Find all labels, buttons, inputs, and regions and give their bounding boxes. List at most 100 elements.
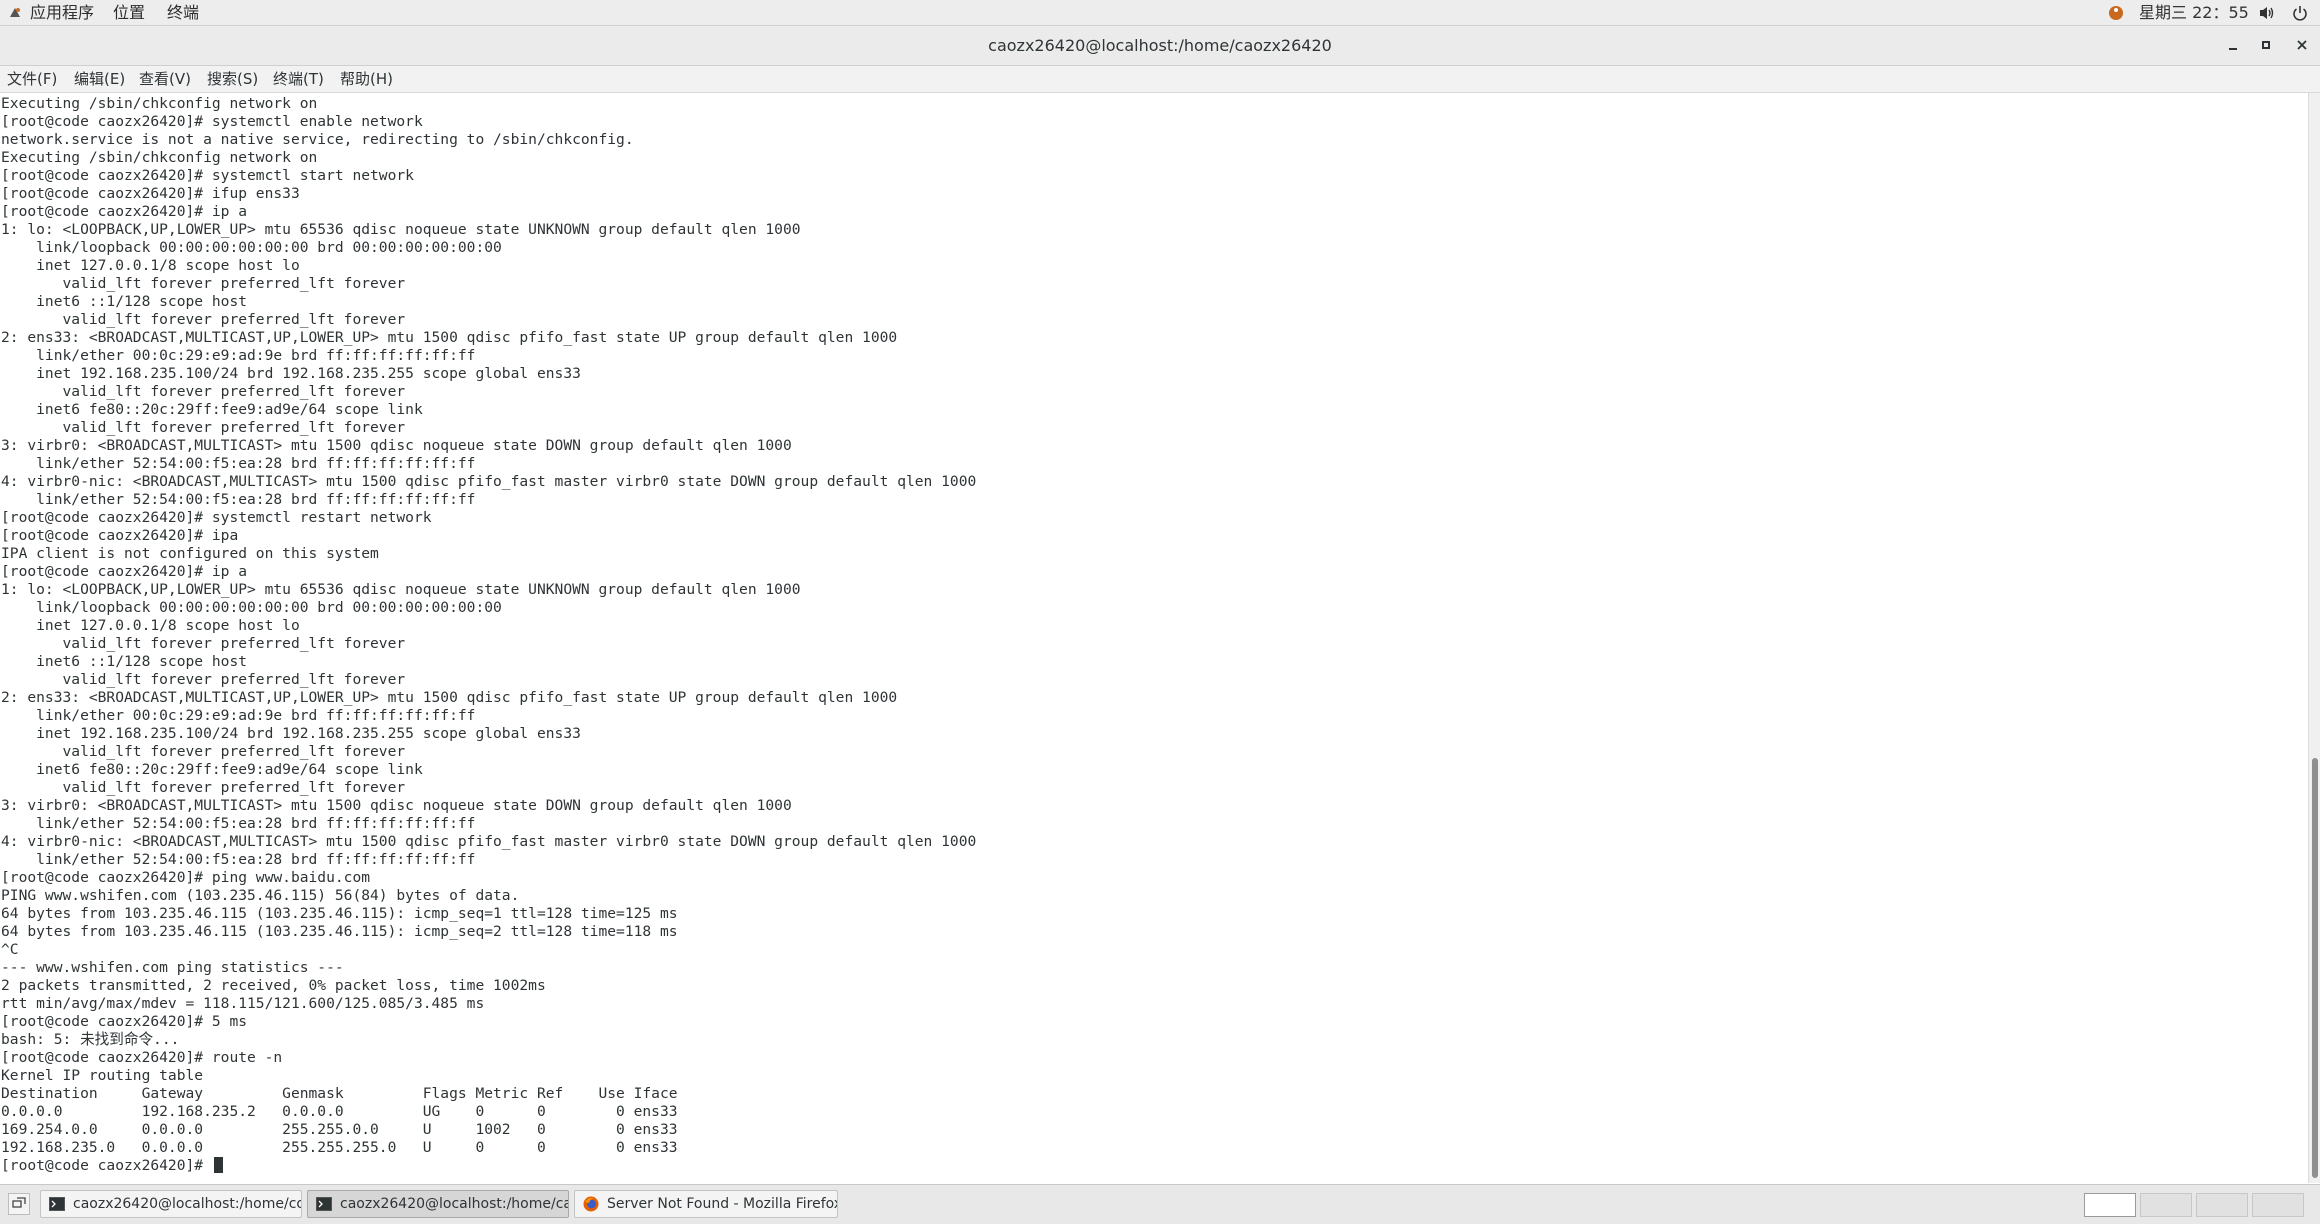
terminal-icon <box>49 1197 65 1211</box>
volume-icon[interactable] <box>2258 0 2276 26</box>
terminal-line: 2: ens33: <BROADCAST,MULTICAST,UP,LOWER_… <box>1 329 898 346</box>
terminal-cursor <box>213 1157 223 1173</box>
terminal-line: [root@code caozx26420]# ipa <box>1 527 239 544</box>
minimize-icon <box>2229 48 2237 50</box>
terminal-scrollbar[interactable] <box>2308 93 2320 1183</box>
menu-terminal-menu[interactable]: 终端(T) <box>273 66 324 93</box>
taskbar-item-firefox[interactable]: Server Not Found - Mozilla Firefox <box>574 1190 838 1218</box>
terminal-text: Executing /sbin/chkconfig network on [ro… <box>1 95 976 1175</box>
maximize-icon <box>2262 41 2270 49</box>
terminal-line: inet 127.0.0.1/8 scope host lo <box>36 257 300 274</box>
terminal-line: 2: ens33: <BROADCAST,MULTICAST,UP,LOWER_… <box>1 689 898 706</box>
show-desktop-button[interactable] <box>8 1193 30 1215</box>
menu-applications[interactable]: 应用程序 <box>30 0 94 26</box>
terminal-line: inet6 fe80::20c:29ff:fee9:ad9e/64 scope … <box>36 401 423 418</box>
terminal-line: link/loopback 00:00:00:00:00:00 brd 00:0… <box>36 239 502 256</box>
power-icon[interactable] <box>2292 0 2308 26</box>
terminal-line: 3: virbr0: <BROADCAST,MULTICAST> mtu 150… <box>1 797 792 814</box>
terminal-line: [root@code caozx26420]# ifup ens33 <box>1 185 300 202</box>
workspace-4[interactable] <box>2252 1193 2304 1217</box>
terminal-line: rtt min/avg/max/mdev = 118.115/121.600/1… <box>1 995 485 1012</box>
terminal-line: 64 bytes from 103.235.46.115 (103.235.46… <box>1 923 678 940</box>
terminal-line: 2 packets transmitted, 2 received, 0% pa… <box>1 977 546 994</box>
terminal-line: [root@code caozx26420]# systemctl enable… <box>1 113 423 130</box>
minimize-button[interactable] <box>2221 34 2245 58</box>
terminal-line: valid_lft forever preferred_lft forever <box>62 383 406 400</box>
terminal-line: [root@code caozx26420]# systemctl restar… <box>1 509 432 526</box>
terminal-line: valid_lft forever preferred_lft forever <box>62 743 406 760</box>
terminal-line: network.service is not a native service,… <box>1 131 634 148</box>
terminal-menubar: 文件(F) 编辑(E) 查看(V) 搜索(S) 终端(T) 帮助(H) <box>0 66 2320 93</box>
taskbar-item-terminal-2[interactable]: caozx26420@localhost:/home/caoz… <box>307 1190 569 1218</box>
terminal-line: Kernel IP routing table <box>1 1067 204 1084</box>
terminal-line: inet 127.0.0.1/8 scope host lo <box>36 617 300 634</box>
terminal-line: --- www.wshifen.com ping statistics --- <box>1 959 344 976</box>
workspace-2[interactable] <box>2140 1193 2192 1217</box>
menu-search[interactable]: 搜索(S) <box>207 66 258 93</box>
terminal-line: link/ether 52:54:00:f5:ea:28 brd ff:ff:f… <box>36 815 476 832</box>
terminal-line: 0.0.0.0 192.168.235.2 0.0.0.0 UG 0 0 0 e… <box>1 1103 678 1120</box>
terminal-line: [root@code caozx26420]# route -n <box>1 1049 283 1066</box>
terminal-line: link/ether 52:54:00:f5:ea:28 brd ff:ff:f… <box>36 851 476 868</box>
workspace-3[interactable] <box>2196 1193 2248 1217</box>
terminal-line: Executing /sbin/chkconfig network on <box>1 95 318 112</box>
terminal-line: link/ether 52:54:00:f5:ea:28 brd ff:ff:f… <box>36 455 476 472</box>
menu-view[interactable]: 查看(V) <box>139 66 191 93</box>
top-bar: 应用程序 位置 终端 星期三 22：55 <box>0 0 2320 26</box>
firefox-icon <box>583 1196 599 1212</box>
terminal-line: valid_lft forever preferred_lft forever <box>62 671 406 688</box>
terminal-line: 64 bytes from 103.235.46.115 (103.235.46… <box>1 905 678 922</box>
terminal-icon <box>316 1197 332 1211</box>
task-label: caozx26420@localhost:/home/caoz… <box>340 1196 568 1212</box>
terminal-line: Destination Gateway Genmask Flags Metric… <box>1 1085 678 1102</box>
terminal-line: inet6 fe80::20c:29ff:fee9:ad9e/64 scope … <box>36 761 423 778</box>
terminal-line: valid_lft forever preferred_lft forever <box>62 779 406 796</box>
terminal-line: valid_lft forever preferred_lft forever <box>62 275 406 292</box>
terminal-prompt: [root@code caozx26420]# <box>1 1157 212 1174</box>
terminal-line: 4: virbr0-nic: <BROADCAST,MULTICAST> mtu… <box>1 833 977 850</box>
task-label: Server Not Found - Mozilla Firefox <box>607 1196 838 1212</box>
terminal-line: inet6 ::1/128 scope host <box>36 293 248 310</box>
terminal-line: link/ether 00:0c:29:e9:ad:9e brd ff:ff:f… <box>36 347 476 364</box>
task-label: caozx26420@localhost:/home/cod… <box>73 1196 301 1212</box>
terminal-line: [root@code caozx26420]# ip a <box>1 203 248 220</box>
terminal-line: valid_lft forever preferred_lft forever <box>62 635 406 652</box>
window-title: caozx26420@localhost:/home/caozx26420 <box>988 36 1332 55</box>
taskbar-item-terminal-1[interactable]: caozx26420@localhost:/home/cod… <box>40 1190 302 1218</box>
close-icon <box>2297 40 2307 50</box>
maximize-button[interactable] <box>2254 34 2278 58</box>
terminal-line: [root@code caozx26420]# ping www.baidu.c… <box>1 869 371 886</box>
menu-places[interactable]: 位置 <box>113 0 145 26</box>
terminal-line: 192.168.235.0 0.0.0.0 255.255.255.0 U 0 … <box>1 1139 678 1156</box>
terminal-line: inet 192.168.235.100/24 brd 192.168.235.… <box>36 725 581 742</box>
terminal-line: inet 192.168.235.100/24 brd 192.168.235.… <box>36 365 581 382</box>
terminal-line: link/ether 00:0c:29:e9:ad:9e brd ff:ff:f… <box>36 707 476 724</box>
terminal-line: [root@code caozx26420]# systemctl start … <box>1 167 414 184</box>
menu-help[interactable]: 帮助(H) <box>340 66 393 93</box>
menu-edit[interactable]: 编辑(E) <box>74 66 125 93</box>
close-button[interactable] <box>2290 34 2314 58</box>
show-desktop-icon <box>12 1197 26 1208</box>
terminal-line: 1: lo: <LOOPBACK,UP,LOWER_UP> mtu 65536 … <box>1 581 801 598</box>
workspace-1[interactable] <box>2084 1193 2136 1217</box>
terminal-line: IPA client is not configured on this sys… <box>1 545 379 562</box>
taskbar: caozx26420@localhost:/home/cod… caozx264… <box>0 1184 2320 1224</box>
terminal-line: 1: lo: <LOOPBACK,UP,LOWER_UP> mtu 65536 … <box>1 221 801 238</box>
menu-terminal[interactable]: 终端 <box>167 0 199 26</box>
terminal-line: 4: virbr0-nic: <BROADCAST,MULTICAST> mtu… <box>1 473 977 490</box>
terminal-line: link/ether 52:54:00:f5:ea:28 brd ff:ff:f… <box>36 491 476 508</box>
terminal-line: 169.254.0.0 0.0.0.0 255.255.0.0 U 1002 0… <box>1 1121 678 1138</box>
terminal-line: ^C <box>1 941 19 958</box>
terminal-line: valid_lft forever preferred_lft forever <box>62 311 406 328</box>
window-titlebar[interactable]: caozx26420@localhost:/home/caozx26420 <box>0 26 2320 66</box>
terminal-output[interactable]: Executing /sbin/chkconfig network on [ro… <box>0 93 2308 1183</box>
terminal-line: 3: virbr0: <BROADCAST,MULTICAST> mtu 150… <box>1 437 792 454</box>
scrollbar-thumb[interactable] <box>2312 758 2318 1178</box>
clock[interactable]: 星期三 22：55 <box>2139 0 2249 26</box>
terminal-line: Executing /sbin/chkconfig network on <box>1 149 318 166</box>
accessibility-icon[interactable] <box>2108 0 2124 26</box>
terminal-line: bash: 5: 未找到命令... <box>1 1031 180 1048</box>
terminal-line: link/loopback 00:00:00:00:00:00 brd 00:0… <box>36 599 502 616</box>
terminal-line: [root@code caozx26420]# 5 ms <box>1 1013 248 1030</box>
menu-file[interactable]: 文件(F) <box>7 66 57 93</box>
